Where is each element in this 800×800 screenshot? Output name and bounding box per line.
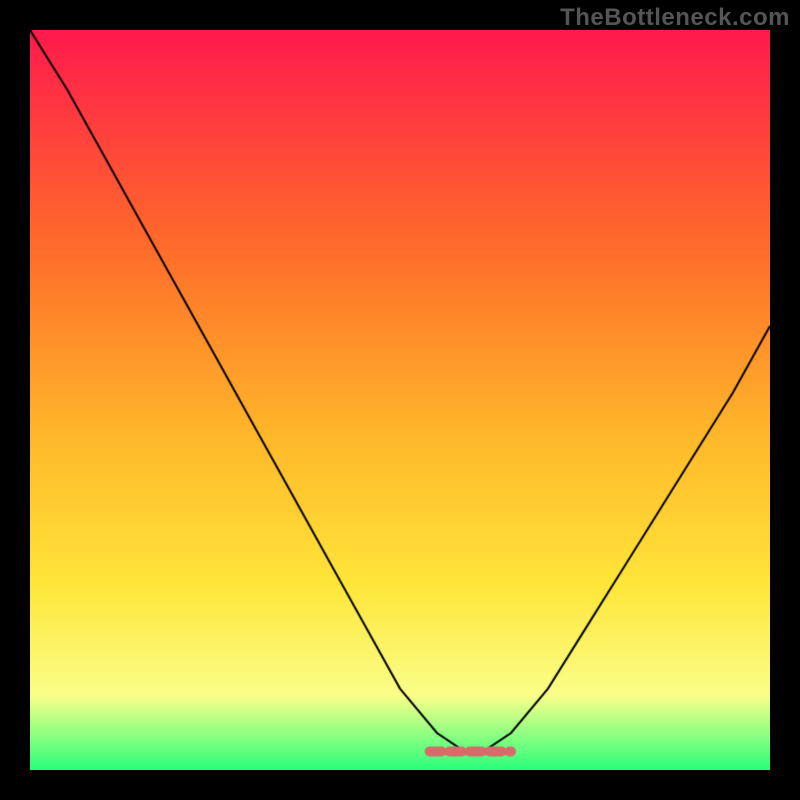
chart-frame: TheBottleneck.com [0, 0, 800, 800]
attribution-watermark: TheBottleneck.com [560, 4, 790, 32]
bottleneck-chart-canvas [30, 30, 770, 770]
